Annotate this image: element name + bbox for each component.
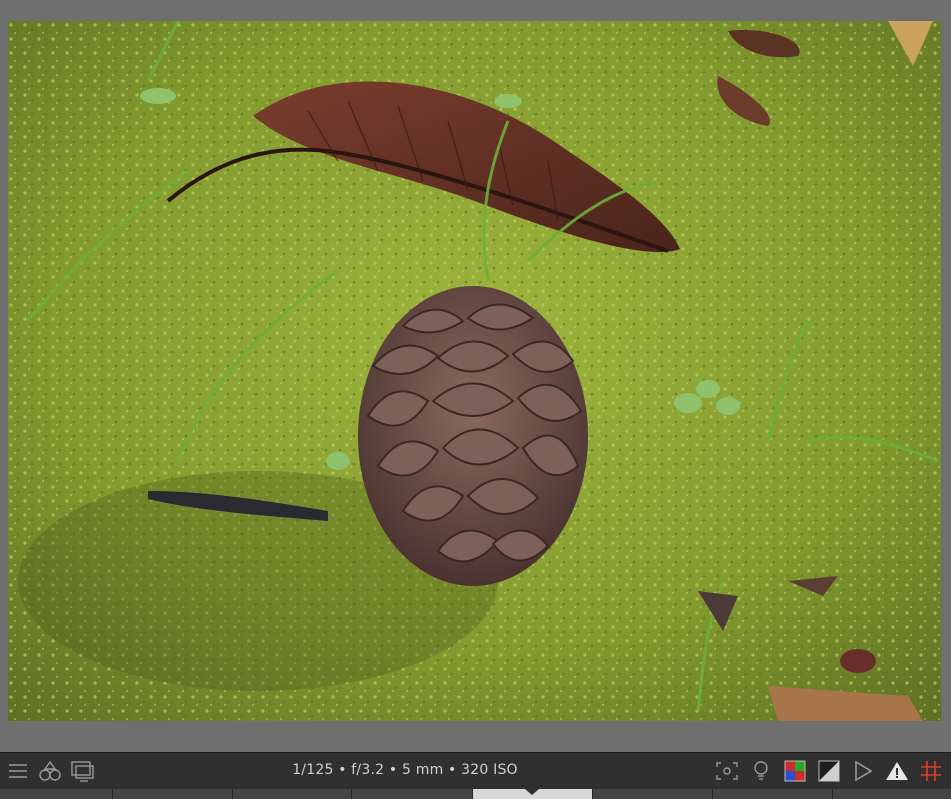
filmstrip-tab[interactable] xyxy=(592,789,713,799)
contrast-icon[interactable] xyxy=(817,759,841,783)
color-squares-icon[interactable] xyxy=(783,759,807,783)
lightbulb-icon[interactable] xyxy=(749,759,773,783)
filmstrip-tab[interactable] xyxy=(233,789,353,799)
focus-frame-icon[interactable] xyxy=(715,759,739,783)
filmstrip-tab[interactable] xyxy=(0,789,114,799)
toolbar-right-group xyxy=(715,759,943,783)
photo-preview[interactable] xyxy=(8,21,941,721)
filmstrip-tab-active[interactable] xyxy=(472,789,593,799)
warning-icon[interactable] xyxy=(885,759,909,783)
image-canvas[interactable] xyxy=(0,0,951,752)
bottom-toolbar: 1/125 • f/3.2 • 5 mm • 320 ISO xyxy=(0,752,951,789)
filmstrip-tab[interactable] xyxy=(352,789,473,799)
grid-icon[interactable] xyxy=(919,759,943,783)
pinecone-on-moss-photo xyxy=(8,21,941,721)
filmstrip-tabs xyxy=(0,789,951,799)
filmstrip-tab[interactable] xyxy=(712,789,833,799)
exif-info: 1/125 • f/3.2 • 5 mm • 320 ISO xyxy=(292,762,518,778)
pinecone xyxy=(358,286,588,586)
filmstrip-tab[interactable] xyxy=(832,789,951,799)
filmstrip-tab[interactable] xyxy=(113,789,234,799)
play-outline-icon[interactable] xyxy=(851,759,875,783)
